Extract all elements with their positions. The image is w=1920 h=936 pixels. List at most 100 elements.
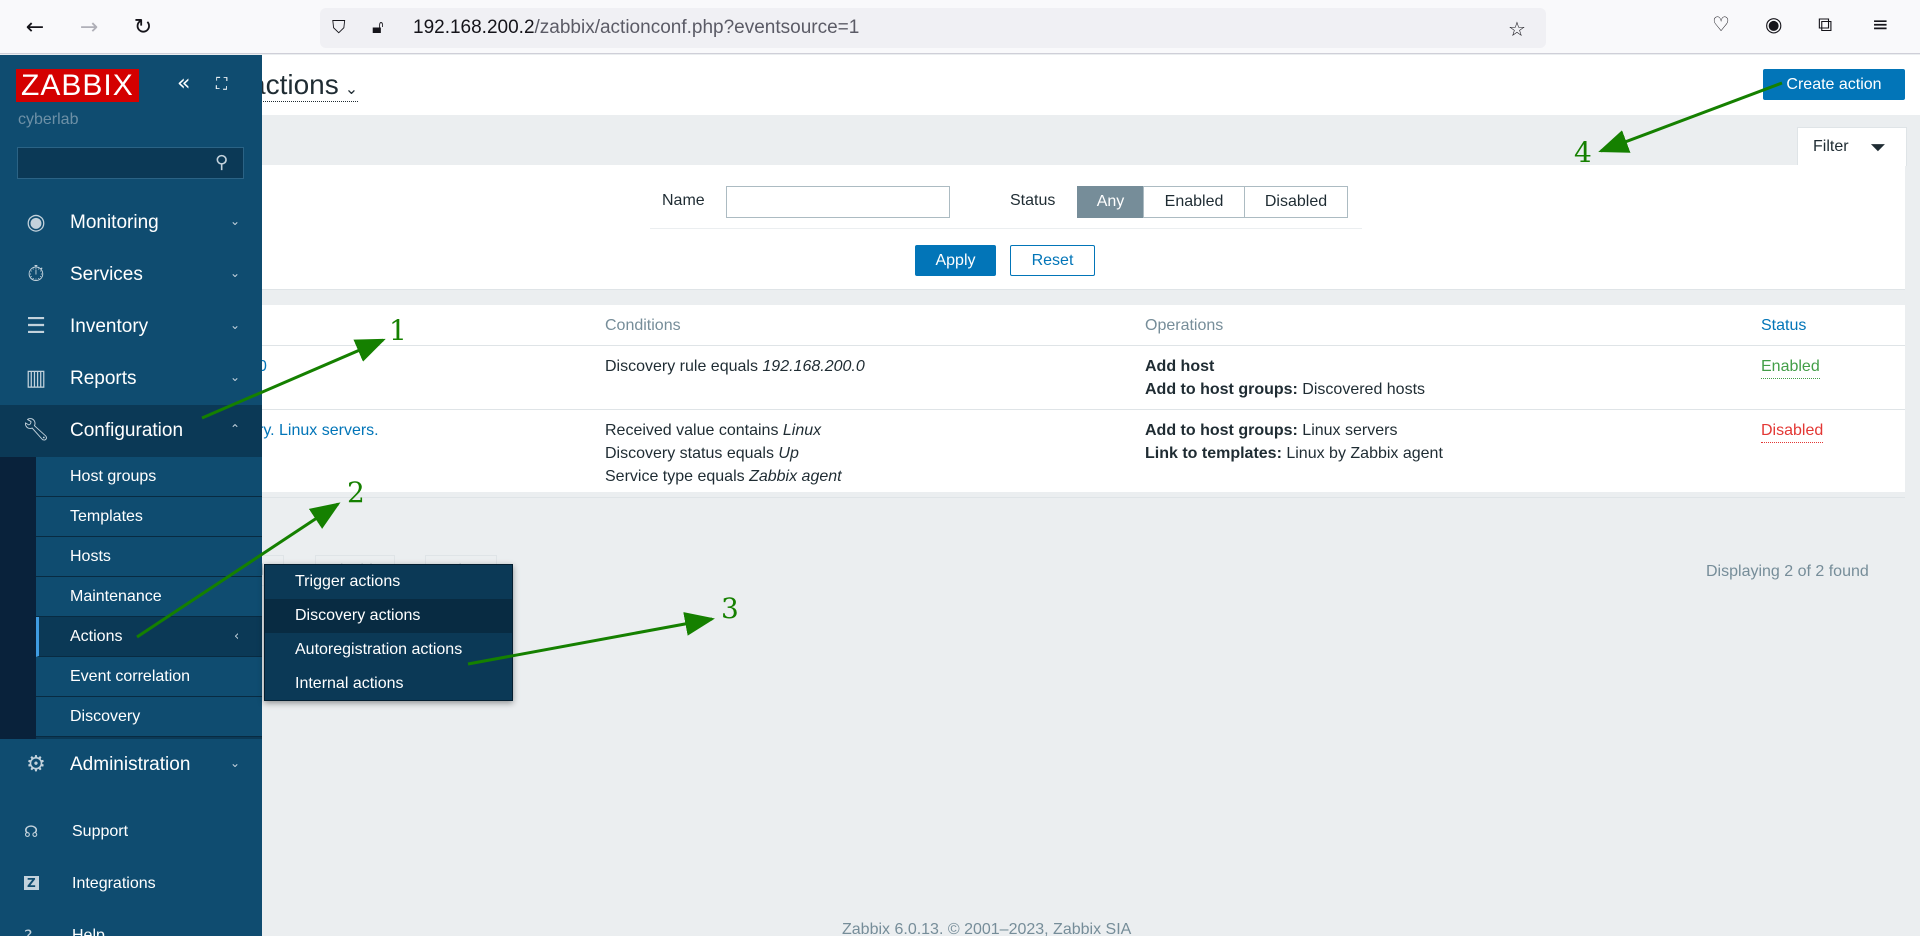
page-content: actions ⌄ Create action Filter ⏷ Name Sta… — [0, 55, 1920, 936]
condition-value: Zabbix agent — [749, 468, 842, 485]
operation-label: Link to templates: — [1145, 445, 1282, 462]
displaying-count: Displaying 2 of 2 found — [1706, 563, 1869, 580]
browser-toolbar: ← → ↻ ⛉ 🔓︎ 192.168.200.2/zabbix/actionco… — [0, 0, 1920, 54]
configuration-submenu: Host groups Templates Hosts Maintenance … — [0, 457, 262, 739]
sidebar-item-monitoring[interactable]: ◉ Monitoring ⌄ — [0, 197, 262, 249]
sidebar-item-label: Reports — [70, 368, 137, 389]
back-icon[interactable]: ← — [18, 10, 52, 44]
submenu-item-label: Event correlation — [70, 668, 191, 685]
operation-value: Discovered hosts — [1297, 381, 1426, 398]
flyout-item-label: Discovery actions — [295, 607, 421, 624]
filter-tab[interactable]: Filter ⏷ — [1797, 127, 1907, 166]
submenu-item-host-groups[interactable]: Host groups — [36, 457, 262, 497]
annotation-label: 1 — [389, 314, 407, 347]
submenu-item-discovery[interactable]: Discovery — [36, 697, 262, 737]
page-title[interactable]: actions ⌄ — [250, 69, 359, 102]
eye-icon: ◉ — [26, 210, 46, 235]
zabbix-logo[interactable]: ZABBIX — [16, 69, 139, 102]
apply-button[interactable]: Apply — [915, 245, 996, 276]
sidebar-item-integrations[interactable]: Z Integrations — [0, 864, 262, 904]
pocket-icon[interactable]: ♡ — [1712, 12, 1730, 36]
page-title-text: actions — [250, 69, 339, 100]
sidebar-item-label: Inventory — [70, 316, 149, 337]
sidebar-item-label: Help — [72, 927, 105, 936]
sidebar-item-configuration[interactable]: 🔧︎ Configuration ⌃ — [0, 405, 262, 457]
extensions-icon[interactable]: ⧉ — [1818, 12, 1832, 36]
page-header: actions ⌄ Create action — [0, 55, 1920, 115]
create-action-button[interactable]: Create action — [1763, 69, 1905, 100]
sidebar-item-label: Monitoring — [70, 212, 159, 233]
account-icon[interactable]: ◉ — [1765, 12, 1782, 36]
status-enabled-option[interactable]: Enabled — [1143, 186, 1245, 218]
sidebar-item-services[interactable]: ⏱ Services ⌄ — [0, 249, 262, 301]
actions-table: Conditions Operations Status 0 Discovery… — [0, 305, 1905, 580]
flyout-discovery-actions[interactable]: Discovery actions — [265, 599, 512, 633]
submenu-item-actions[interactable]: Actions ‹ — [36, 617, 262, 657]
bar-chart-icon: ▥ — [25, 366, 47, 391]
shield-icon[interactable]: ⛉ — [332, 17, 346, 38]
status-disabled-option[interactable]: Disabled — [1244, 186, 1348, 218]
operation-label: Add to host groups: — [1145, 422, 1298, 439]
header-divider — [0, 345, 1905, 346]
status-label: Status — [1010, 192, 1056, 209]
sidebar-item-label: Support — [72, 823, 129, 840]
kiosk-mode-icon[interactable]: ⛶ — [216, 74, 227, 94]
table-row-operations: Add to host groups: Linux servers Link t… — [1145, 419, 1443, 465]
condition-text: Received value contains — [605, 422, 783, 439]
list-icon: ☰ — [26, 314, 46, 339]
row-divider — [0, 409, 1905, 410]
name-label: Name — [662, 192, 705, 209]
status-toggle[interactable]: Enabled — [1761, 355, 1820, 379]
address-bar[interactable]: ⛉ 🔓︎ 192.168.200.2/zabbix/actionconf.php… — [320, 8, 1546, 48]
menu-icon[interactable]: ≡ — [1872, 12, 1889, 36]
name-input[interactable] — [726, 186, 950, 218]
submenu-item-label: Hosts — [70, 548, 111, 565]
submenu-item-label: Host groups — [70, 468, 157, 485]
submenu-item-event-correlation[interactable]: Event correlation — [36, 657, 262, 697]
reload-icon[interactable]: ↻ — [126, 10, 160, 44]
column-status[interactable]: Status — [1761, 317, 1806, 335]
flyout-autoregistration-actions[interactable]: Autoregistration actions — [265, 633, 512, 667]
operation-value: Linux by Zabbix agent — [1281, 445, 1443, 462]
sidebar-item-reports[interactable]: ▥ Reports ⌄ — [0, 353, 262, 405]
submenu-item-maintenance[interactable]: Maintenance — [36, 577, 262, 617]
bookmark-star-icon[interactable]: ☆ — [1508, 17, 1526, 41]
sidebar-item-administration[interactable]: ⚙ Administration ⌄ — [0, 739, 262, 791]
submenu-item-label: Discovery — [70, 708, 141, 725]
annotation-label: 3 — [721, 592, 739, 625]
submenu-item-templates[interactable]: Templates — [36, 497, 262, 537]
chevron-left-icon: ‹ — [234, 629, 240, 644]
flyout-internal-actions[interactable]: Internal actions — [265, 667, 512, 701]
action-name-link[interactable]: ry. Linux servers. — [258, 419, 379, 442]
url-host: 192.168.200.2 — [413, 17, 535, 38]
reset-button[interactable]: Reset — [1010, 245, 1095, 276]
status-toggle[interactable]: Disabled — [1761, 419, 1824, 443]
chevron-down-icon: ⌄ — [230, 318, 241, 332]
stopwatch-icon: ⏱ — [27, 262, 45, 287]
annotation-label: 4 — [1574, 136, 1592, 169]
filter-icon: ⏷ — [1870, 135, 1886, 159]
search-icon[interactable]: ⚲ — [215, 152, 228, 173]
insecure-lock-icon[interactable]: 🔓︎ — [372, 17, 384, 38]
actions-flyout-menu: Trigger actions Discovery actions Autore… — [264, 564, 513, 701]
table-row-conditions: Discovery rule equals 192.168.200.0 — [605, 355, 865, 378]
status-any-option[interactable]: Any — [1077, 186, 1144, 218]
operation-label: Add to host groups: — [1145, 381, 1298, 398]
sidebar-item-help[interactable]: ? Help — [0, 916, 262, 936]
sidebar-search-input[interactable] — [17, 147, 244, 179]
forward-icon[interactable]: → — [72, 10, 106, 44]
table-row-conditions: Received value contains Linux Discovery … — [605, 419, 842, 488]
flyout-trigger-actions[interactable]: Trigger actions — [265, 565, 512, 599]
submenu-strip — [0, 457, 36, 739]
operation-value: Linux servers — [1297, 422, 1398, 439]
submenu-item-label: Templates — [70, 508, 143, 525]
sidebar-item-support[interactable]: ☊ Support — [0, 812, 262, 852]
url-text[interactable]: 192.168.200.2/zabbix/actionconf.php?even… — [413, 17, 859, 39]
annotation-label: 2 — [347, 476, 365, 509]
sidebar-item-inventory[interactable]: ☰ Inventory ⌄ — [0, 301, 262, 353]
condition-text: Discovery status equals — [605, 445, 779, 462]
collapse-sidebar-icon[interactable]: « — [177, 71, 190, 96]
row-divider — [0, 497, 1905, 498]
submenu-item-hosts[interactable]: Hosts — [36, 537, 262, 577]
flyout-item-label: Autoregistration actions — [295, 641, 463, 658]
